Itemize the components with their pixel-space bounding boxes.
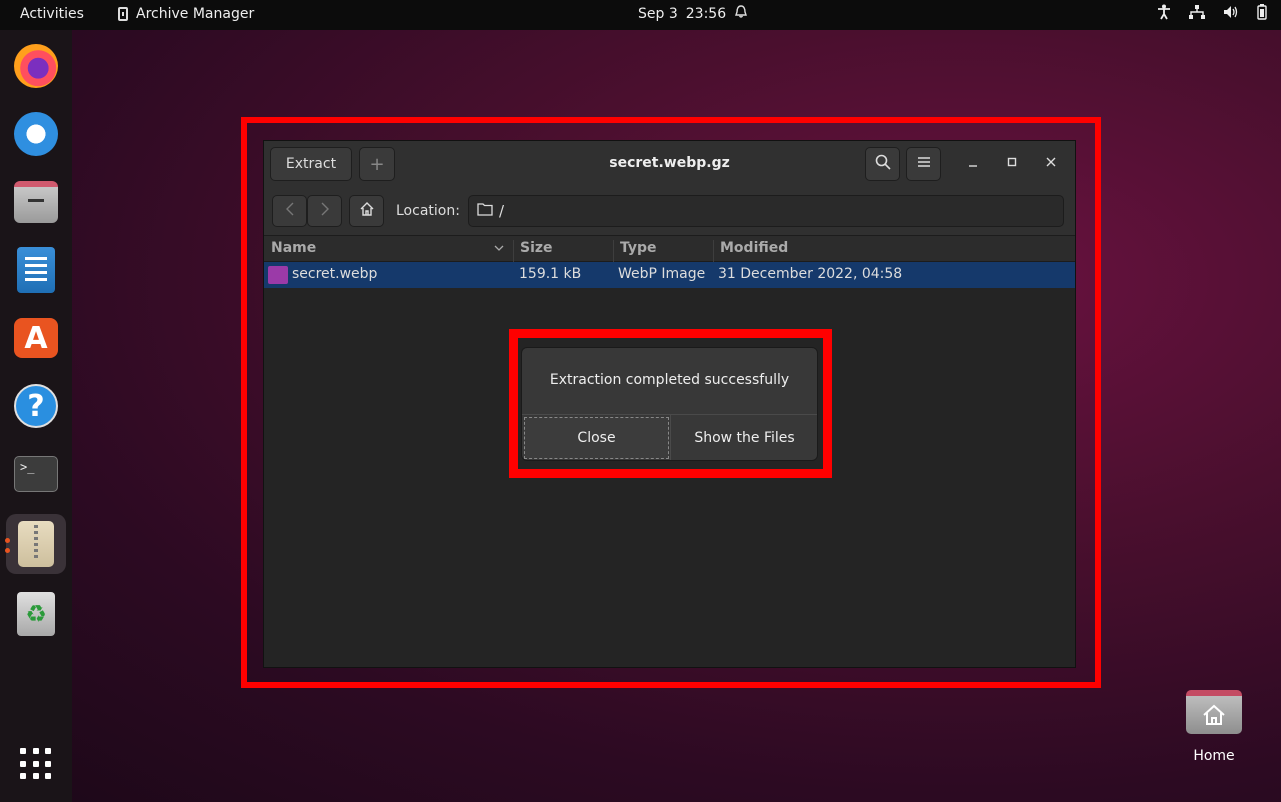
column-modified[interactable]: Modified bbox=[720, 240, 788, 256]
close-window-button[interactable] bbox=[1041, 155, 1061, 171]
column-name[interactable]: Name bbox=[271, 240, 316, 256]
dock-software[interactable]: A bbox=[6, 308, 66, 368]
file-type: WebP Image bbox=[618, 266, 706, 282]
dialog-buttons: Close Show the Files bbox=[522, 414, 817, 460]
close-button[interactable]: Close bbox=[524, 417, 669, 459]
clock-time: 23:56 bbox=[685, 6, 727, 22]
home-button[interactable] bbox=[349, 195, 384, 227]
header-bar: Extract + secret.webp.gz bbox=[264, 141, 1075, 187]
volume-icon[interactable] bbox=[1223, 5, 1239, 19]
location-toolbar: Location: / bbox=[264, 187, 1075, 236]
column-size[interactable]: Size bbox=[520, 240, 553, 256]
clock[interactable]: Sep 3 23:56 bbox=[638, 6, 726, 22]
running-indicator bbox=[5, 538, 10, 543]
extraction-dialog: Extraction completed successfully Close … bbox=[521, 347, 818, 461]
dialog-message: Extraction completed successfully bbox=[549, 372, 790, 388]
app-name: Archive Manager bbox=[136, 6, 255, 22]
app-grid-icon bbox=[20, 748, 52, 780]
file-size: 159.1 kB bbox=[519, 266, 582, 282]
maximize-icon bbox=[1007, 155, 1017, 171]
files-icon bbox=[14, 181, 58, 223]
menu-button[interactable] bbox=[906, 147, 941, 181]
image-file-icon bbox=[268, 266, 288, 284]
dock-writer[interactable] bbox=[6, 240, 66, 300]
top-bar: Activities Archive Manager Sep 3 23:56 bbox=[0, 0, 1281, 30]
chevron-right-icon bbox=[321, 202, 329, 220]
battery-icon[interactable] bbox=[1257, 4, 1267, 20]
notification-bell-icon[interactable] bbox=[735, 5, 747, 23]
table-row[interactable]: secret.webp 159.1 kB WebP Image 31 Decem… bbox=[264, 262, 1075, 288]
help-icon: ? bbox=[14, 384, 58, 428]
search-button[interactable] bbox=[865, 147, 900, 181]
show-files-button[interactable]: Show the Files bbox=[670, 415, 817, 460]
chevron-left-icon bbox=[285, 202, 294, 220]
dock-archive-manager[interactable] bbox=[6, 514, 66, 574]
file-name: secret.webp bbox=[292, 266, 378, 282]
dock-firefox[interactable] bbox=[6, 36, 66, 96]
network-icon[interactable] bbox=[1189, 5, 1205, 19]
location-label: Location: bbox=[396, 203, 460, 219]
close-icon bbox=[1046, 155, 1056, 171]
dock-terminal[interactable]: >_ bbox=[6, 444, 66, 504]
show-applications-button[interactable] bbox=[6, 734, 66, 794]
home-icon bbox=[359, 201, 375, 221]
folder-icon bbox=[477, 202, 493, 220]
minimize-button[interactable] bbox=[963, 155, 983, 171]
home-label: Home bbox=[1193, 748, 1235, 764]
accessibility-icon[interactable] bbox=[1157, 4, 1171, 20]
sort-chevron-down-icon bbox=[494, 241, 504, 257]
archive-manager-icon bbox=[118, 7, 128, 21]
dock-thunderbird[interactable] bbox=[6, 104, 66, 164]
dock-trash[interactable]: ♻ bbox=[6, 584, 66, 644]
dock: A ? >_ ♻ bbox=[0, 30, 72, 802]
writer-icon bbox=[17, 247, 55, 293]
activities-button[interactable]: Activities bbox=[20, 6, 84, 22]
running-indicator bbox=[5, 548, 10, 553]
hamburger-menu-icon bbox=[917, 156, 931, 172]
window-title: secret.webp.gz bbox=[609, 155, 730, 171]
file-modified: 31 December 2022, 04:58 bbox=[718, 266, 903, 282]
firefox-icon bbox=[14, 44, 58, 88]
dock-help[interactable]: ? bbox=[6, 376, 66, 436]
forward-button[interactable] bbox=[307, 195, 342, 227]
column-header: Name Size Type Modified bbox=[264, 236, 1075, 265]
maximize-button[interactable] bbox=[1002, 155, 1022, 171]
dock-files[interactable] bbox=[6, 172, 66, 232]
clock-date: Sep 3 bbox=[638, 6, 678, 22]
app-menu[interactable]: Archive Manager bbox=[118, 6, 254, 22]
home-folder-icon bbox=[1186, 690, 1242, 734]
location-field[interactable]: / bbox=[468, 195, 1064, 227]
back-button[interactable] bbox=[272, 195, 307, 227]
minimize-icon bbox=[968, 155, 978, 171]
trash-icon: ♻ bbox=[17, 592, 55, 636]
column-type[interactable]: Type bbox=[620, 240, 657, 256]
software-store-icon: A bbox=[14, 318, 58, 358]
desktop-home-icon[interactable] bbox=[1186, 684, 1242, 736]
thunderbird-icon bbox=[14, 112, 58, 156]
archive-manager-dock-icon bbox=[18, 521, 54, 567]
search-icon bbox=[875, 154, 891, 174]
system-tray[interactable] bbox=[1157, 4, 1267, 20]
terminal-icon: >_ bbox=[14, 456, 58, 492]
location-path: / bbox=[499, 202, 505, 220]
